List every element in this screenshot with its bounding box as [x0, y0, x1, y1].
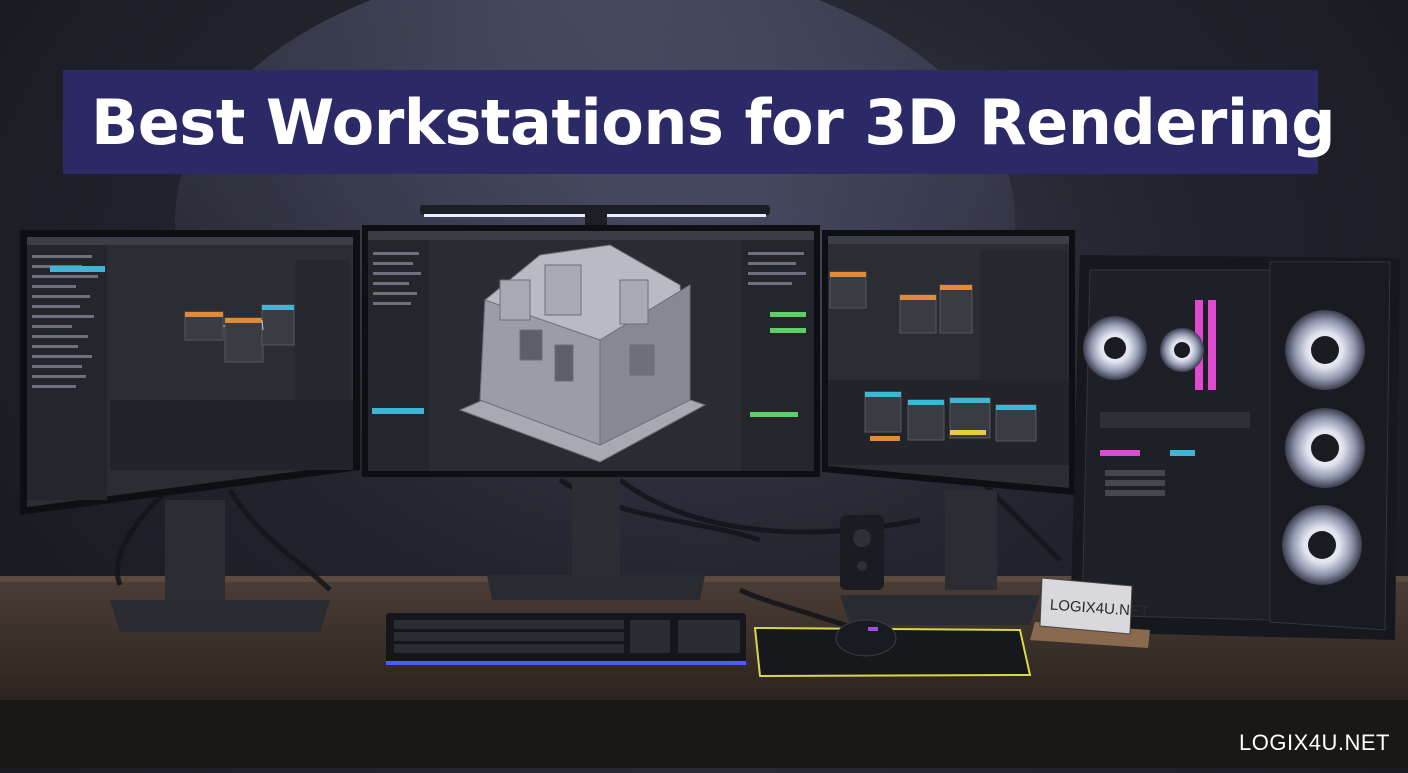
center-monitor [362, 225, 820, 600]
desk-sign: LOGIX4U.NET [1030, 577, 1150, 648]
watermark-text: LOGIX4U.NET [1239, 730, 1390, 755]
page-title: Best Workstations for 3D Rendering [91, 85, 1336, 159]
mouse-icon [835, 619, 897, 657]
keyboard-icon [386, 613, 746, 665]
pc-case [1070, 255, 1400, 640]
title-banner: Best Workstations for 3D Rendering [63, 70, 1336, 174]
speaker-icon [840, 515, 884, 590]
